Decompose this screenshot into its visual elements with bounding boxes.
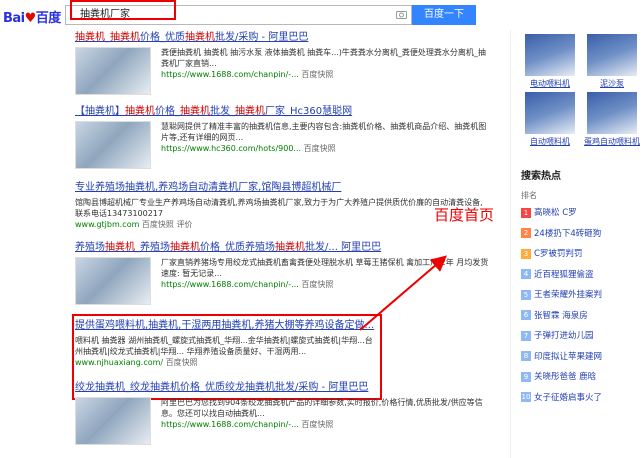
product-image (587, 92, 637, 134)
hot-search-list: 1 高晓松 C罗 2 24楼扔下4砖砸狗 3 C罗被罚判罚 4 近百程狐狸偷盗 5 王者荣… (521, 206, 643, 411)
hot-search-item[interactable]: 2 24楼扔下4砖砸狗 (521, 227, 643, 248)
hot-search-title: 搜索热点 (521, 171, 561, 182)
hot-search-item[interactable]: 5 王者荣耀外挂案判 (521, 288, 643, 309)
product-card[interactable]: 电动喂料机 (521, 34, 579, 89)
right-sidebar: 电动喂料机 泥沙泵 自动喂料机 蛋鸡自动喂料机 搜索热点 排名 1 高晓松 C罗 … (510, 30, 643, 458)
hot-search-item[interactable]: 10 女子征婚启事火了 (521, 391, 643, 412)
product-image (587, 34, 637, 76)
product-card[interactable]: 蛋鸡自动喂料机 (583, 92, 641, 147)
hot-search-item[interactable]: 4 近百程狐狸偷盗 (521, 268, 643, 289)
product-card[interactable]: 泥沙泵 (583, 34, 641, 89)
hot-search-rank-header: 排名 (521, 191, 537, 200)
hot-search-item[interactable]: 7 子弹打进幼儿园 (521, 329, 643, 350)
annotation-label: 百度首页 (434, 206, 495, 224)
hot-search-item[interactable]: 1 高晓松 C罗 (521, 206, 643, 227)
product-image (525, 34, 575, 76)
hot-search-item[interactable]: 6 张智霖 海泉房 (521, 309, 643, 330)
product-image (525, 92, 575, 134)
product-card[interactable]: 自动喂料机 (521, 92, 579, 147)
hot-search-item[interactable]: 9 关晓彤爸爸 鹿晗 (521, 370, 643, 391)
hot-search-item[interactable]: 3 C罗被罚判罚 (521, 247, 643, 268)
hot-search-item[interactable]: 8 印度拟让苹果建网 (521, 350, 643, 371)
